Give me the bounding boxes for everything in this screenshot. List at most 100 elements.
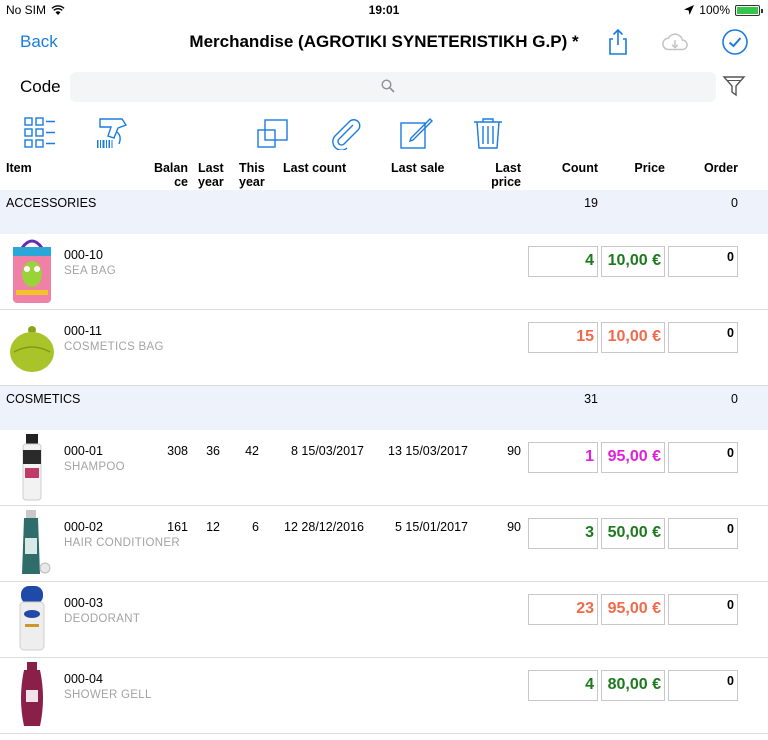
paperclip-icon[interactable] <box>328 116 362 150</box>
section-count: 19 <box>584 196 598 210</box>
column-header-last-year: Last year <box>198 161 226 189</box>
column-header-count: Count <box>561 161 598 175</box>
order-field[interactable]: 0 <box>668 518 738 549</box>
product-thumbnail-shower-gel <box>6 660 58 730</box>
barcode-scanner-icon[interactable] <box>95 116 129 150</box>
section-order: 0 <box>731 196 738 210</box>
balance-value: 161 <box>167 520 188 534</box>
search-icon <box>381 79 395 93</box>
this-year-value: 42 <box>245 444 259 458</box>
back-button[interactable]: Back <box>20 32 58 52</box>
column-header-last-year-line2: year <box>198 175 224 189</box>
grid-list-icon[interactable] <box>23 116 57 150</box>
count-field[interactable]: 15 <box>528 322 598 353</box>
item-code: 000-04 <box>64 672 103 686</box>
item-name: HAIR CONDITIONER <box>64 537 180 549</box>
nav-bar: Back Merchandise (AGROTIKI SYNETERISTIKH… <box>0 20 768 66</box>
battery-percent: 100% <box>699 3 730 17</box>
table-row[interactable]: 000-03 DEODORANT 23 95,00 € 0 <box>0 582 768 658</box>
column-header-price: Price <box>634 161 665 175</box>
column-header-order: Order <box>703 161 738 175</box>
balance-value: 308 <box>167 444 188 458</box>
table-row[interactable]: 000-02 HAIR CONDITIONER 161 12 6 12 28/1… <box>0 506 768 582</box>
last-count-value: 8 15/03/2017 <box>291 444 364 458</box>
status-time: 19:01 <box>368 3 400 17</box>
price-field[interactable]: 80,00 € <box>601 670 665 701</box>
column-header-balance: Balan ce <box>148 161 188 189</box>
edit-icon[interactable] <box>399 116 433 150</box>
column-header-item: Item <box>6 161 32 175</box>
cloud-download-icon[interactable] <box>661 28 689 56</box>
page-title: Merchandise (AGROTIKI SYNETERISTIKH G.P)… <box>189 32 579 51</box>
section-header-cosmetics[interactable]: COSMETICS 31 0 <box>0 386 768 430</box>
last-price-value: 90 <box>507 444 521 458</box>
last-count-value: 12 28/12/2016 <box>284 520 364 534</box>
status-bar: No SIM 19:01 100% <box>0 0 768 20</box>
column-header-last-price: Last price <box>480 161 521 189</box>
section-order: 0 <box>731 392 738 406</box>
last-price-value: 90 <box>507 520 521 534</box>
count-field[interactable]: 23 <box>528 594 598 625</box>
product-thumbnail-sea-bag <box>6 236 58 306</box>
item-code: 000-01 <box>64 444 103 458</box>
count-field[interactable]: 1 <box>528 442 598 473</box>
item-code: 000-10 <box>64 248 103 262</box>
price-field[interactable]: 95,00 € <box>601 442 665 473</box>
column-header-last-price-line1: Last <box>495 161 521 175</box>
column-header-last-price-line2: price <box>491 175 521 189</box>
table-row[interactable]: 000-10 SEA BAG 4 10,00 € 0 <box>0 234 768 310</box>
last-year-value: 12 <box>206 520 220 534</box>
item-code: 000-02 <box>64 520 103 534</box>
price-field[interactable]: 50,00 € <box>601 518 665 549</box>
product-thumbnail-cosmetics-bag <box>6 312 58 382</box>
price-field[interactable]: 10,00 € <box>601 322 665 353</box>
section-name: COSMETICS <box>6 392 81 406</box>
table-row[interactable]: 000-04 SHOWER GELL 4 80,00 € 0 <box>0 658 768 734</box>
checkmark-circle-icon[interactable] <box>721 28 749 56</box>
item-name: SHAMPOO <box>64 461 125 473</box>
search-label: Code <box>20 77 61 96</box>
section-count: 31 <box>584 392 598 406</box>
count-field[interactable]: 4 <box>528 246 598 277</box>
section-name: ACCESSORIES <box>6 196 97 210</box>
column-header-last-year-line1: Last <box>198 161 224 175</box>
column-header-balance-line2: ce <box>174 175 188 189</box>
product-thumbnail-hair-conditioner <box>6 508 58 578</box>
battery-icon <box>735 4 763 16</box>
order-field[interactable]: 0 <box>668 322 738 353</box>
table-row[interactable]: 000-01 SHAMPOO 308 36 42 8 15/03/2017 13… <box>0 430 768 506</box>
copy-icon[interactable] <box>256 116 290 150</box>
product-thumbnail-shampoo <box>6 432 58 502</box>
trash-icon[interactable] <box>471 116 505 150</box>
column-header-this-year: This year <box>239 161 267 189</box>
section-header-accessories[interactable]: ACCESSORIES 19 0 <box>0 190 768 234</box>
item-name: DEODORANT <box>64 613 141 625</box>
share-icon[interactable] <box>604 28 632 56</box>
last-year-value: 36 <box>206 444 220 458</box>
order-field[interactable]: 0 <box>668 246 738 277</box>
order-field[interactable]: 0 <box>668 670 738 701</box>
count-field[interactable]: 3 <box>528 518 598 549</box>
filter-funnel-icon[interactable] <box>722 74 746 98</box>
column-header-last-count: Last count <box>283 161 347 175</box>
price-field[interactable]: 10,00 € <box>601 246 665 277</box>
last-sale-value: 5 15/01/2017 <box>395 520 468 534</box>
count-field[interactable]: 4 <box>528 670 598 701</box>
item-name: SHOWER GELL <box>64 689 152 701</box>
column-header-this-year-line1: This <box>239 161 265 175</box>
table-row[interactable]: 000-11 COSMETICS BAG 15 10,00 € 0 <box>0 310 768 386</box>
column-header-balance-line1: Balan <box>153 161 188 175</box>
item-code: 000-03 <box>64 596 103 610</box>
item-name: SEA BAG <box>64 265 116 277</box>
this-year-value: 6 <box>252 520 259 534</box>
item-name: COSMETICS BAG <box>64 341 164 353</box>
column-header-this-year-line2: year <box>239 175 265 189</box>
product-thumbnail-deodorant <box>6 584 58 654</box>
order-field[interactable]: 0 <box>668 594 738 625</box>
status-right: 100% <box>684 3 763 17</box>
price-field[interactable]: 95,00 € <box>601 594 665 625</box>
location-arrow-icon <box>684 5 695 15</box>
order-field[interactable]: 0 <box>668 442 738 473</box>
last-sale-value: 13 15/03/2017 <box>388 444 468 458</box>
item-code: 000-11 <box>64 324 102 338</box>
